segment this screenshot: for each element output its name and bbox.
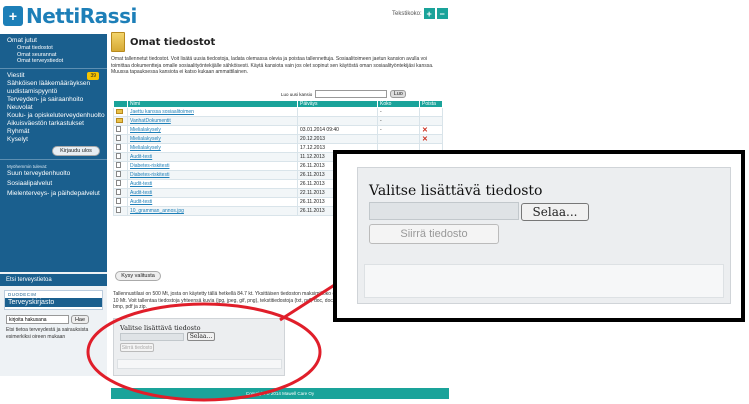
zoomed-upload-title: Valitse lisättävä tiedosto — [369, 183, 543, 199]
zoomed-upload-form: Valitse lisättävä tiedosto Selaa... Siir… — [357, 167, 731, 304]
zoomed-browse-button[interactable]: Selaa... — [521, 203, 589, 221]
zoomed-file-path-field[interactable] — [369, 202, 519, 220]
zoomed-move-file-button[interactable]: Siirrä tiedosto — [369, 224, 499, 244]
zoomed-upload-panel: Valitse lisättävä tiedosto Selaa... Siir… — [333, 150, 745, 322]
zoomed-upload-progress-area — [364, 264, 724, 298]
